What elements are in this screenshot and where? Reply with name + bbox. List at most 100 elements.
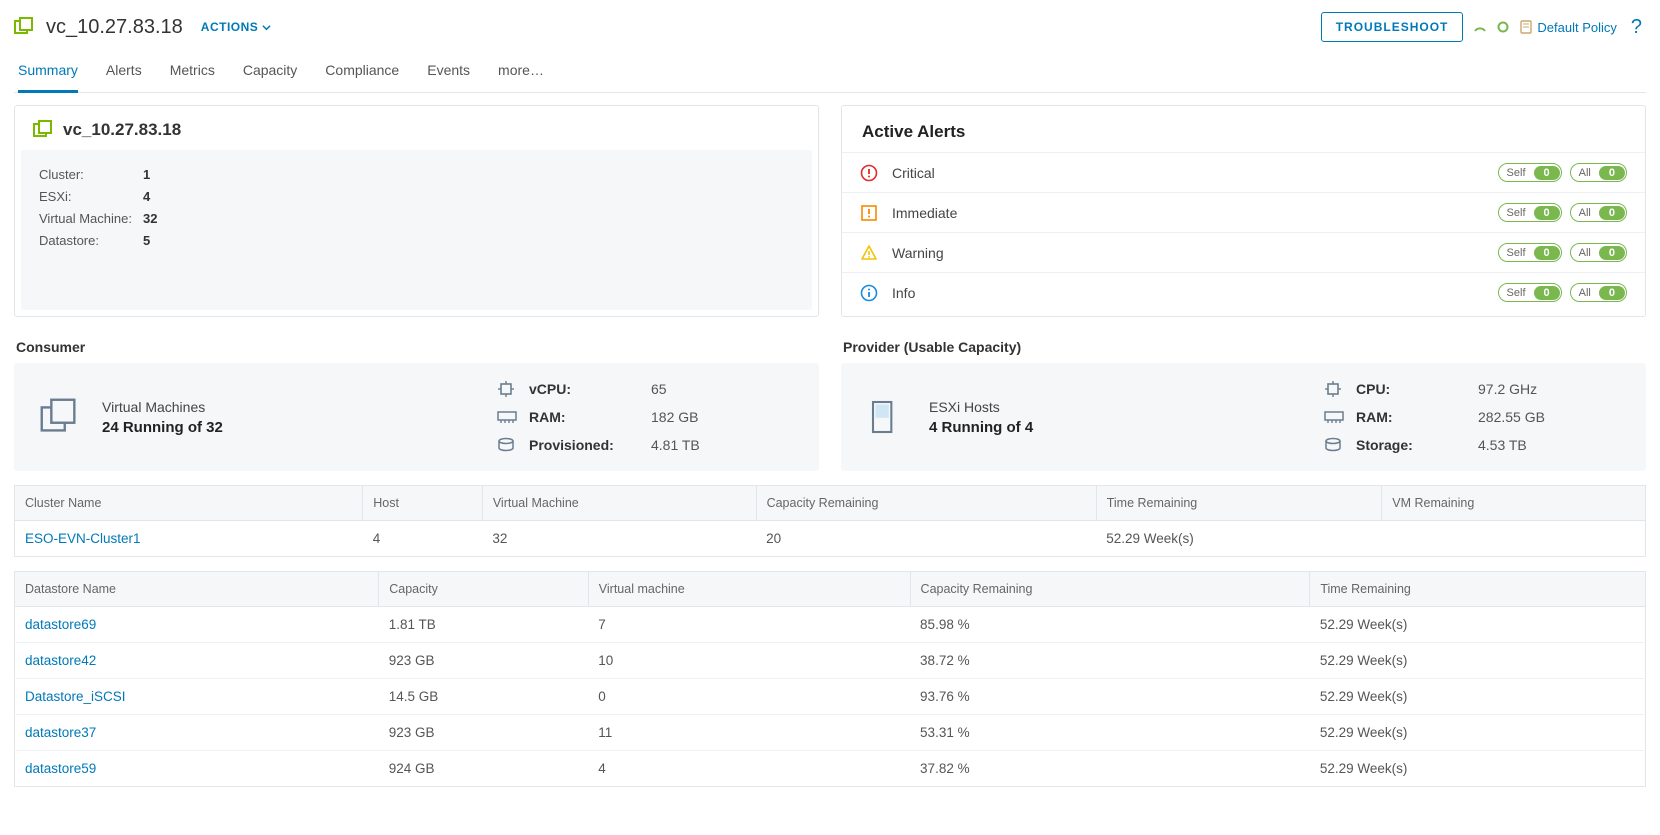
- col-header[interactable]: Capacity: [379, 572, 589, 607]
- consumer-heading: Consumer: [16, 339, 819, 355]
- table-row: datastore691.81 TB785.98 %52.29 Week(s): [15, 607, 1646, 643]
- table-row: datastore59924 GB437.82 %52.29 Week(s): [15, 751, 1646, 787]
- tab-events[interactable]: Events: [427, 52, 470, 92]
- metric-label: RAM:: [529, 409, 639, 425]
- tab-more[interactable]: more…: [498, 52, 544, 92]
- info-label: Cluster:: [39, 164, 135, 186]
- info-icon: [860, 284, 878, 302]
- tab-summary[interactable]: Summary: [18, 52, 78, 93]
- tabs: Summary Alerts Metrics Capacity Compliance Ev…: [14, 52, 1646, 93]
- datastore-table: Datastore NameCapacityVirtual machineCap…: [14, 571, 1646, 787]
- info-value: 5: [143, 230, 150, 252]
- alert-self-pill[interactable]: Self0: [1498, 243, 1562, 262]
- alert-level-label: Immediate: [892, 205, 1498, 221]
- metric-value: 65: [651, 381, 667, 397]
- signal-icon[interactable]: [1473, 20, 1487, 34]
- alert-level-label: Warning: [892, 245, 1498, 261]
- alert-all-pill[interactable]: All0: [1570, 163, 1627, 182]
- col-header[interactable]: Capacity Remaining: [756, 486, 1096, 521]
- alert-level-label: Info: [892, 285, 1498, 301]
- table-row: Datastore_iSCSI14.5 GB093.76 %52.29 Week…: [15, 679, 1646, 715]
- disk-icon: [1324, 438, 1344, 452]
- actions-dropdown[interactable]: ACTIONS: [201, 20, 272, 34]
- info-value: 4: [143, 186, 150, 208]
- datastore-link[interactable]: datastore37: [25, 725, 96, 740]
- datastore-link[interactable]: datastore42: [25, 653, 96, 668]
- host-icon: [863, 394, 909, 440]
- ram-icon: [1324, 410, 1344, 424]
- metric-label: vCPU:: [529, 381, 639, 397]
- metric-value: 4.81 TB: [651, 437, 700, 453]
- col-header[interactable]: Time Remaining: [1096, 486, 1382, 521]
- summary-card-title: vc_10.27.83.18: [63, 120, 181, 140]
- metric-value: 97.2 GHz: [1478, 381, 1537, 397]
- disk-icon: [497, 438, 517, 452]
- table-row: datastore42923 GB1038.72 %52.29 Week(s): [15, 643, 1646, 679]
- page-title: vc_10.27.83.18: [46, 16, 183, 39]
- tab-capacity[interactable]: Capacity: [243, 52, 297, 92]
- consumer-box: Virtual Machines 24 Running of 32 vCPU: 6…: [14, 363, 819, 471]
- alert-row-info: InfoSelf0 All0: [842, 272, 1645, 312]
- col-header[interactable]: Host: [363, 486, 483, 521]
- alert-all-pill[interactable]: All0: [1570, 283, 1627, 302]
- critical-icon: [860, 164, 878, 182]
- metric-label: Provisioned:: [529, 437, 639, 453]
- col-header[interactable]: Datastore Name: [15, 572, 379, 607]
- vcenter-icon: [33, 120, 53, 140]
- summary-card: vc_10.27.83.18 Cluster: 1 ESXi: 4 Virtual Ma…: [14, 105, 819, 317]
- col-header[interactable]: Time Remaining: [1310, 572, 1646, 607]
- provider-subtitle: 4 Running of 4: [929, 419, 1033, 436]
- vcenter-icon: [14, 17, 34, 37]
- alert-self-pill[interactable]: Self0: [1498, 163, 1562, 182]
- tab-metrics[interactable]: Metrics: [170, 52, 215, 92]
- col-header[interactable]: Cluster Name: [15, 486, 363, 521]
- col-header[interactable]: Virtual Machine: [482, 486, 756, 521]
- alert-self-pill[interactable]: Self0: [1498, 283, 1562, 302]
- alerts-card: Active Alerts CriticalSelf0All0Immediate…: [841, 105, 1646, 317]
- info-value: 32: [143, 208, 157, 230]
- alert-row-critical: CriticalSelf0 All0: [842, 152, 1645, 192]
- alert-all-pill[interactable]: All0: [1570, 243, 1627, 262]
- troubleshoot-button[interactable]: TROUBLESHOOT: [1321, 12, 1464, 42]
- alert-row-warning: WarningSelf0 All0: [842, 232, 1645, 272]
- alert-level-label: Critical: [892, 165, 1498, 181]
- info-label: Datastore:: [39, 230, 135, 252]
- consumer-title: Virtual Machines: [102, 399, 223, 415]
- datastore-link[interactable]: datastore69: [25, 617, 96, 632]
- cluster-link[interactable]: ESO-EVN-Cluster1: [25, 531, 141, 546]
- metric-value: 4.53 TB: [1478, 437, 1527, 453]
- alert-self-pill[interactable]: Self0: [1498, 203, 1562, 222]
- immediate-icon: [860, 204, 878, 222]
- ram-icon: [497, 410, 517, 424]
- metric-label: CPU:: [1356, 381, 1466, 397]
- col-header[interactable]: Capacity Remaining: [910, 572, 1310, 607]
- provider-title: ESXi Hosts: [929, 399, 1033, 415]
- policy-link[interactable]: Default Policy: [1519, 19, 1616, 35]
- table-row: datastore37923 GB1153.31 %52.29 Week(s): [15, 715, 1646, 751]
- table-row: ESO-EVN-Cluster14322052.29 Week(s): [15, 521, 1646, 557]
- info-label: Virtual Machine:: [39, 208, 135, 230]
- help-icon[interactable]: ?: [1627, 16, 1646, 39]
- warning-icon: [860, 244, 878, 262]
- status-dot-icon[interactable]: [1497, 21, 1509, 33]
- cpu-icon: [1324, 382, 1344, 396]
- info-label: ESXi:: [39, 186, 135, 208]
- datastore-link[interactable]: Datastore_iSCSI: [25, 689, 126, 704]
- metric-label: Storage:: [1356, 437, 1466, 453]
- alert-all-pill[interactable]: All0: [1570, 203, 1627, 222]
- tab-compliance[interactable]: Compliance: [325, 52, 399, 92]
- vm-icon: [36, 394, 82, 440]
- col-header[interactable]: VM Remaining: [1382, 486, 1646, 521]
- metric-label: RAM:: [1356, 409, 1466, 425]
- consumer-subtitle: 24 Running of 32: [102, 419, 223, 436]
- tab-alerts[interactable]: Alerts: [106, 52, 142, 92]
- cluster-table: Cluster NameHostVirtual MachineCapacity …: [14, 485, 1646, 557]
- cpu-icon: [497, 382, 517, 396]
- col-header[interactable]: Virtual machine: [588, 572, 910, 607]
- datastore-link[interactable]: datastore59: [25, 761, 96, 776]
- alerts-title: Active Alerts: [842, 106, 1645, 152]
- info-value: 1: [143, 164, 150, 186]
- metric-value: 282.55 GB: [1478, 409, 1545, 425]
- provider-heading: Provider (Usable Capacity): [843, 339, 1646, 355]
- provider-box: ESXi Hosts 4 Running of 4 CPU: 97.2 GHz RA…: [841, 363, 1646, 471]
